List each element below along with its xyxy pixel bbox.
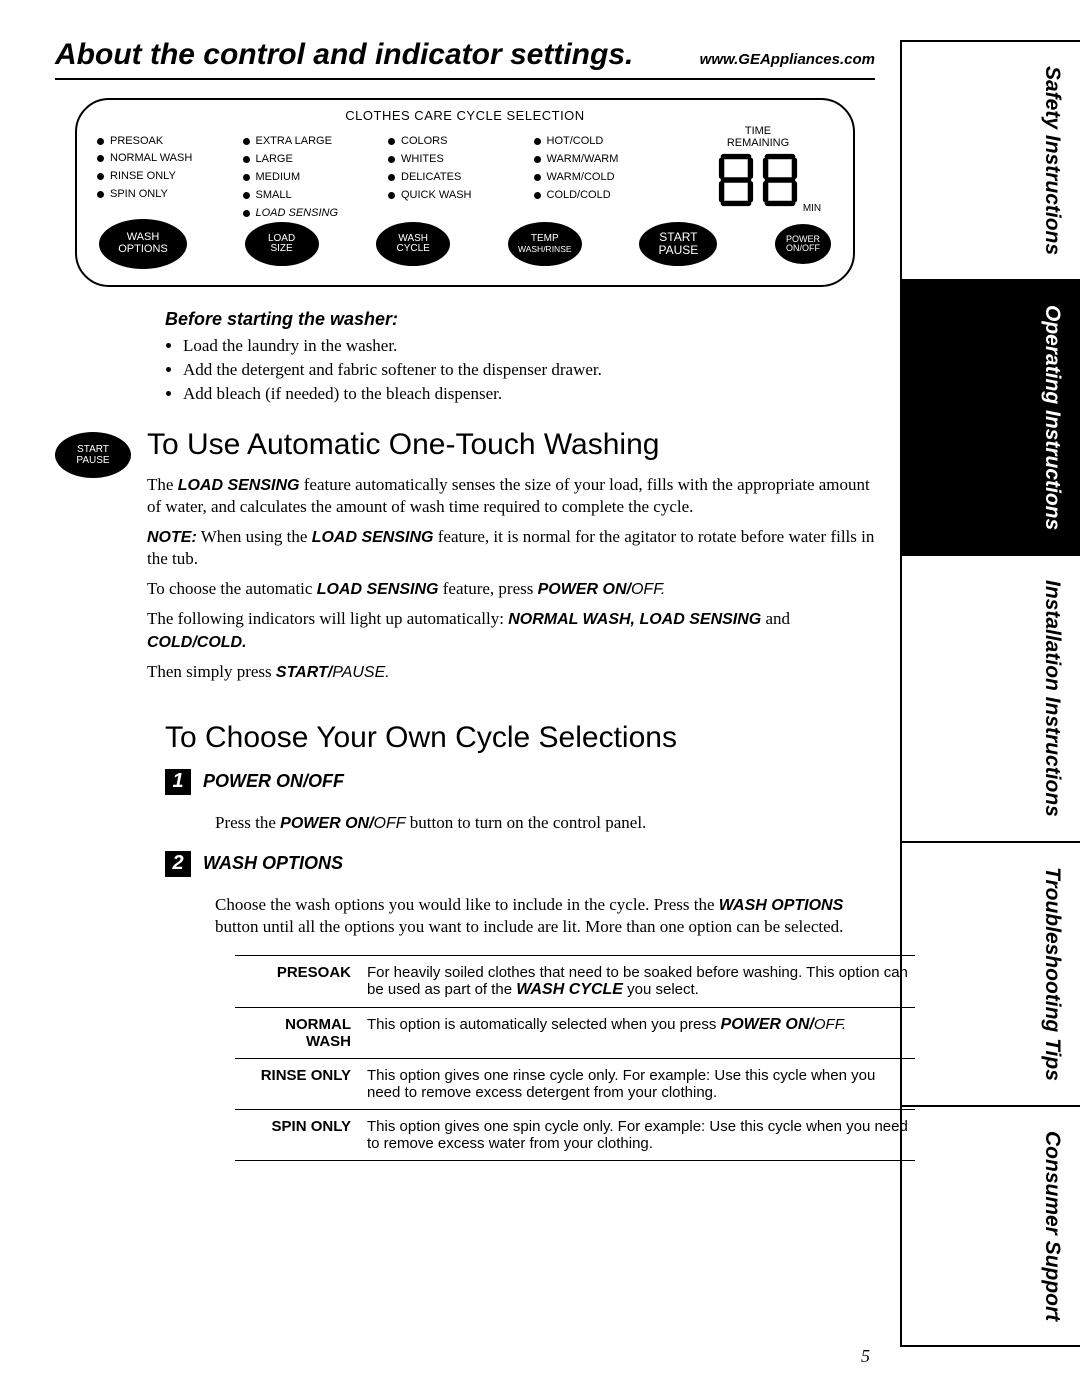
digit-icon xyxy=(761,153,799,207)
before-starting-block: Before starting the washer: Load the lau… xyxy=(165,309,875,404)
option-name: NORMAL WASH xyxy=(235,1008,361,1059)
wash-cycle-button: WASHCYCLE xyxy=(376,222,450,266)
auto-wash-note: NOTE: When using the LOAD SENSING featur… xyxy=(147,526,875,570)
panel-time-remaining: TIME REMAINING MIN xyxy=(683,123,833,220)
table-row: NORMAL WASH This option is automatically… xyxy=(235,1008,915,1059)
start-pause-button: STARTPAUSE xyxy=(639,222,717,266)
wash-options-table: PRESOAK For heavily soiled clothes that … xyxy=(235,955,915,1161)
step-1-title: POWER ON/OFF xyxy=(203,771,344,792)
digit-icon xyxy=(717,153,755,207)
auto-wash-section: STARTPAUSE To Use Automatic One-Touch Wa… xyxy=(55,428,875,691)
option-desc: This option gives one rinse cycle only. … xyxy=(361,1059,915,1110)
option-desc: This option gives one spin cycle only. F… xyxy=(361,1110,915,1161)
option-name: SPIN ONLY xyxy=(235,1110,361,1161)
page-content: About the control and indicator settings… xyxy=(55,40,875,1161)
page-title: About the control and indicator settings… xyxy=(55,40,633,70)
list-item: Add bleach (if needed) to the bleach dis… xyxy=(183,384,875,404)
option-name: PRESOAK xyxy=(235,956,361,1008)
before-starting-heading: Before starting the washer: xyxy=(165,309,875,330)
option-desc: This option is automatically selected wh… xyxy=(361,1008,915,1059)
table-row: PRESOAK For heavily soiled clothes that … xyxy=(235,956,915,1008)
panel-col-temp: HOT/COLD WARM/WARM WARM/COLD COLD/COLD xyxy=(534,129,674,225)
option-desc: For heavily soiled clothes that need to … xyxy=(361,956,915,1008)
start-pause-badge-icon: STARTPAUSE xyxy=(55,432,131,478)
auto-wash-p1: The LOAD SENSING feature automatically s… xyxy=(147,474,875,518)
control-panel-figure: CLOTHES CARE CYCLE SELECTION PRESOAK NOR… xyxy=(75,98,855,287)
auto-wash-p5: Then simply press START/PAUSE. xyxy=(147,661,875,683)
seven-segment-display xyxy=(683,153,833,207)
tab-consumer-support[interactable]: Consumer Support xyxy=(900,1107,1080,1347)
wash-options-button: WASHOPTIONS xyxy=(99,219,187,269)
panel-col-wash-cycle: COLORS WHITES DELICATES QUICK WASH xyxy=(388,129,528,225)
panel-button-row: WASHOPTIONS LOADSIZE WASHCYCLE TEMPWASH/… xyxy=(97,219,833,269)
step-2-body: Choose the wash options you would like t… xyxy=(215,894,875,938)
step-2: 2 WASH OPTIONS xyxy=(165,851,875,877)
own-cycle-heading: To Choose Your Own Cycle Selections xyxy=(165,721,875,755)
table-row: RINSE ONLY This option gives one rinse c… xyxy=(235,1059,915,1110)
step-1-body: Press the POWER ON/OFF button to turn on… xyxy=(215,812,875,834)
power-button: POWERON/OFF xyxy=(775,224,831,264)
tab-safety[interactable]: Safety Instructions xyxy=(900,40,1080,281)
option-name: RINSE ONLY xyxy=(235,1059,361,1110)
panel-section-title: CLOTHES CARE CYCLE SELECTION xyxy=(97,108,833,123)
tab-troubleshooting[interactable]: Troubleshooting Tips xyxy=(900,843,1080,1107)
list-item: Load the laundry in the washer. xyxy=(183,336,875,356)
side-navigation-tabs: Safety Instructions Operating Instructio… xyxy=(900,40,1080,1280)
panel-col-wash-options: PRESOAK NORMAL WASH RINSE ONLY SPIN ONLY xyxy=(97,129,237,225)
auto-wash-heading: To Use Automatic One-Touch Washing xyxy=(147,428,875,462)
before-starting-list: Load the laundry in the washer. Add the … xyxy=(165,336,875,404)
step-number-badge: 2 xyxy=(165,851,191,877)
tab-installation[interactable]: Installation Instructions xyxy=(900,556,1080,843)
table-row: SPIN ONLY This option gives one spin cyc… xyxy=(235,1110,915,1161)
step-2-title: WASH OPTIONS xyxy=(203,853,343,874)
panel-col-load-size: EXTRA LARGE LARGE MEDIUM SMALL LOAD SENS… xyxy=(243,129,383,225)
brand-url: www.GEAppliances.com xyxy=(700,52,875,67)
list-item: Add the detergent and fabric softener to… xyxy=(183,360,875,380)
panel-option-columns: PRESOAK NORMAL WASH RINSE ONLY SPIN ONLY… xyxy=(97,123,673,225)
time-unit-label: MIN xyxy=(737,203,887,214)
page-header: About the control and indicator settings… xyxy=(55,40,875,80)
step-number-badge: 1 xyxy=(165,769,191,795)
temp-button: TEMPWASH/RINSE xyxy=(508,222,582,266)
auto-wash-p4: The following indicators will light up a… xyxy=(147,608,875,652)
tab-operating[interactable]: Operating Instructions xyxy=(900,281,1080,556)
step-1: 1 POWER ON/OFF xyxy=(165,769,875,795)
load-size-button: LOADSIZE xyxy=(245,222,319,266)
page-number: 5 xyxy=(861,1346,870,1367)
auto-wash-p3: To choose the automatic LOAD SENSING fea… xyxy=(147,578,875,600)
